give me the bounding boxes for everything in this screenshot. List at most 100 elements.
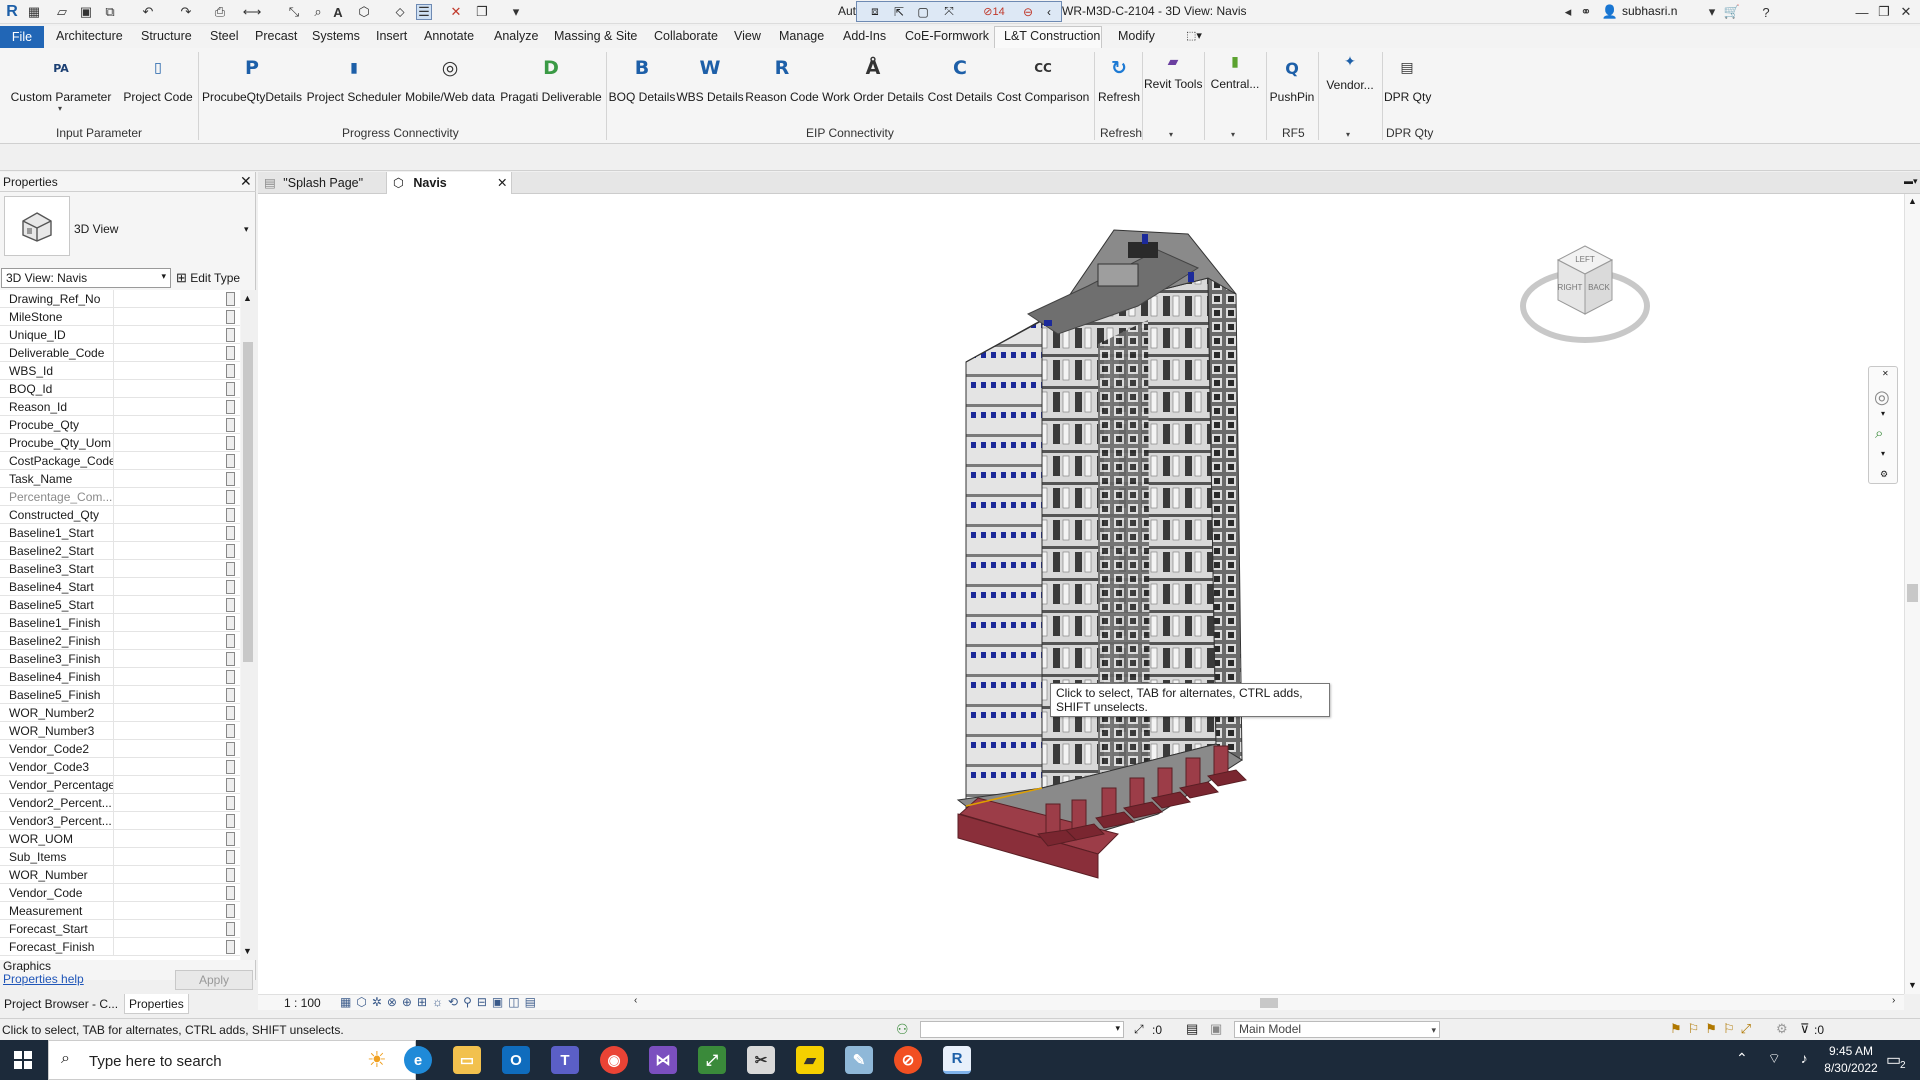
tab-view[interactable]: View	[734, 29, 761, 43]
property-row[interactable]: Baseline3_Finish	[0, 650, 240, 668]
filter-icon[interactable]: ⊽	[1800, 1021, 1810, 1037]
edge-icon[interactable]: e	[404, 1046, 432, 1074]
scroll-thumb[interactable]	[1907, 584, 1918, 602]
zoom-icon[interactable]: ⌕	[1875, 425, 1883, 442]
visual-studio-icon[interactable]: ⋈	[649, 1046, 677, 1074]
steering-wheel-icon[interactable]: ◎	[1874, 387, 1890, 408]
property-row[interactable]: Vendor2_Percent...	[0, 794, 240, 812]
wbs-details-button[interactable]: W WBS Details	[676, 48, 744, 144]
notepad-icon[interactable]: ✎	[845, 1046, 873, 1074]
vertical-scrollbar[interactable]: ▲ ▼	[1904, 194, 1920, 994]
excel-icon[interactable]: ⤢	[698, 1046, 726, 1074]
maximize-icon[interactable]: ❐	[1876, 4, 1892, 20]
property-value-field[interactable]	[113, 812, 226, 829]
drawing-canvas[interactable]: LEFT RIGHT BACK ✕ ◎ ▾ ⌕ ▾ ⚙ Click to sel…	[258, 194, 1904, 994]
vendor-button[interactable]: ✦ Vendor... ▾	[1320, 48, 1380, 144]
property-row[interactable]: CostPackage_Code	[0, 452, 240, 470]
close-icon[interactable]: ✕	[1898, 4, 1914, 20]
teams-icon[interactable]: T	[551, 1046, 579, 1074]
dimension-icon[interactable]: ⤡	[286, 4, 302, 20]
property-browse-button[interactable]	[226, 400, 235, 414]
close-navbar-icon[interactable]: ✕	[1882, 369, 1889, 378]
property-value-field[interactable]	[113, 938, 226, 955]
arrow-left-icon[interactable]: ◂	[1560, 4, 1576, 20]
design-options-icon[interactable]: ▤	[1186, 1021, 1198, 1037]
property-browse-button[interactable]	[226, 544, 235, 558]
snipping-tool-icon[interactable]: ✂	[747, 1046, 775, 1074]
tab-structure[interactable]: Structure	[141, 29, 192, 43]
property-value-field[interactable]	[113, 758, 226, 775]
property-row[interactable]: MileStone	[0, 308, 240, 326]
property-value-field[interactable]	[113, 380, 226, 397]
close-hidden-icon[interactable]: ✕	[448, 4, 464, 20]
property-row[interactable]: Baseline4_Finish	[0, 668, 240, 686]
type-selector-name[interactable]: 3D View	[74, 222, 118, 236]
property-value-field[interactable]	[113, 362, 226, 379]
properties-scrollbar[interactable]: ▲ ▼	[241, 290, 256, 960]
property-value-field[interactable]	[113, 866, 226, 883]
type-selector-image[interactable]	[4, 196, 70, 256]
autodesk-app-icon[interactable]: ⊘	[894, 1046, 922, 1074]
property-value-field[interactable]	[113, 470, 226, 487]
apply-button[interactable]: Apply	[175, 970, 253, 990]
instance-filter-select[interactable]: 3D View: Navis ▾	[1, 268, 171, 288]
property-value-field[interactable]	[113, 308, 226, 325]
type-dropdown-icon[interactable]: ▾	[244, 224, 249, 235]
tab-coe-formwork[interactable]: CoE-Formwork	[905, 29, 989, 43]
workset-select[interactable]: ▾	[920, 1021, 1124, 1038]
properties-help-link[interactable]: Properties help	[3, 972, 84, 986]
scroll-down-icon[interactable]: ▼	[1908, 980, 1917, 990]
worksets-icon[interactable]: ⚇	[896, 1021, 909, 1038]
property-row[interactable]: BOQ_Id	[0, 380, 240, 398]
property-row[interactable]: WBS_Id	[0, 362, 240, 380]
central-button[interactable]: ▮ Central... ▾	[1206, 48, 1264, 144]
property-row[interactable]: Baseline1_Finish	[0, 614, 240, 632]
user-dropdown-icon[interactable]: ▾	[1704, 4, 1720, 20]
close-icon[interactable]: ✕	[240, 173, 252, 190]
property-row[interactable]: Baseline5_Start	[0, 596, 240, 614]
file-explorer-icon[interactable]: ▭	[453, 1046, 481, 1074]
property-browse-button[interactable]	[226, 778, 235, 792]
property-browse-button[interactable]	[226, 634, 235, 648]
property-row[interactable]: Drawing_Ref_No	[0, 290, 240, 308]
outlook-icon[interactable]: O	[502, 1046, 530, 1074]
property-browse-button[interactable]	[226, 526, 235, 540]
property-row[interactable]: Baseline2_Start	[0, 542, 240, 560]
property-row[interactable]: WOR_Number2	[0, 704, 240, 722]
property-row[interactable]: Unique_ID	[0, 326, 240, 344]
tab-add-ins[interactable]: Add-Ins	[843, 29, 886, 43]
property-value-field[interactable]	[113, 848, 226, 865]
property-value-field[interactable]	[113, 290, 226, 307]
chevron-down-icon[interactable]: ▾	[1881, 409, 1885, 418]
save-icon[interactable]: ▣	[78, 4, 94, 20]
building-model[interactable]	[258, 194, 1904, 994]
revit-taskbar-icon[interactable]: R	[943, 1046, 971, 1074]
property-browse-button[interactable]	[226, 706, 235, 720]
property-browse-button[interactable]	[226, 382, 235, 396]
thin-lines-icon[interactable]: ☰	[416, 4, 432, 20]
property-value-field[interactable]	[113, 794, 226, 811]
property-browse-button[interactable]	[226, 454, 235, 468]
tab-collaborate[interactable]: Collaborate	[654, 29, 718, 43]
binoculars-icon[interactable]: ⚭	[1578, 4, 1594, 20]
tab-architecture[interactable]: Architecture	[56, 29, 123, 43]
3d-view-icon[interactable]: ⬡	[356, 4, 372, 20]
property-browse-button[interactable]	[226, 724, 235, 738]
property-row[interactable]: Reason_Id	[0, 398, 240, 416]
property-value-field[interactable]	[113, 596, 226, 613]
collapse-icon[interactable]: ‹	[1041, 4, 1057, 19]
property-value-field[interactable]	[113, 632, 226, 649]
sync-icon[interactable]: ⧉	[102, 4, 118, 20]
property-value-field[interactable]	[113, 452, 226, 469]
property-value-field[interactable]	[113, 668, 226, 685]
property-browse-button[interactable]	[226, 562, 235, 576]
tab-massing-site[interactable]: Massing & Site	[554, 29, 637, 43]
property-value-field[interactable]	[113, 830, 226, 847]
property-value-field[interactable]	[113, 740, 226, 757]
switch-windows-icon[interactable]: ❐	[474, 4, 490, 20]
property-browse-button[interactable]	[226, 364, 235, 378]
property-browse-button[interactable]	[226, 904, 235, 918]
cost-comparison-button[interactable]: CC Cost Comparison	[994, 48, 1092, 144]
property-browse-button[interactable]	[226, 598, 235, 612]
close-tab-icon[interactable]: ✕	[497, 172, 507, 194]
